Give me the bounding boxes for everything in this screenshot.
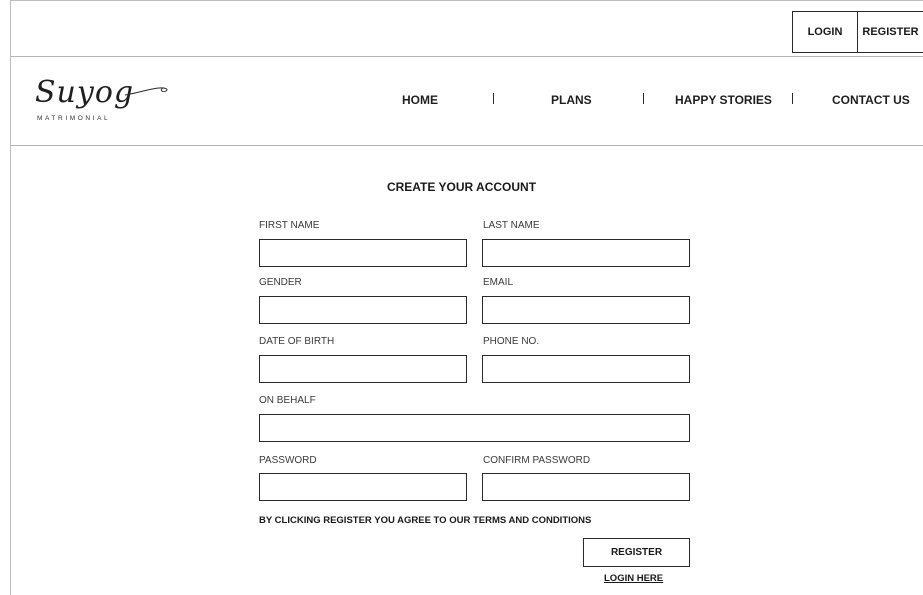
dob-label: DATE OF BIRTH xyxy=(259,336,335,347)
first-name-input[interactable] xyxy=(259,239,467,267)
last-name-label: LAST NAME xyxy=(483,220,540,231)
email-input[interactable] xyxy=(482,296,690,324)
last-name-input[interactable] xyxy=(482,239,690,267)
nav-separator xyxy=(493,93,494,104)
nav-plans[interactable]: PLANS xyxy=(551,93,592,107)
site-header: Suyog MATRIMONIAL HOME PLANS HAPPY STORI… xyxy=(11,57,923,146)
on-behalf-input[interactable] xyxy=(259,414,690,442)
login-here-link[interactable]: LOGIN HERE xyxy=(604,573,663,584)
confirm-password-label: CONFIRM PASSWORD xyxy=(483,455,591,466)
register-submit-button[interactable]: REGISTER xyxy=(583,538,690,567)
gender-input[interactable] xyxy=(259,296,467,324)
gender-label: GENDER xyxy=(259,277,302,288)
logo-tagline: MATRIMONIAL xyxy=(37,115,111,122)
account-buttons: LOGIN REGISTER xyxy=(792,11,923,55)
nav-separator xyxy=(792,93,793,104)
nav-contact-us[interactable]: CONTACT US xyxy=(832,93,910,107)
password-label: PASSWORD xyxy=(259,455,317,466)
password-input[interactable] xyxy=(259,473,467,501)
phone-input[interactable] xyxy=(482,355,690,383)
nav-happy-stories[interactable]: HAPPY STORIES xyxy=(675,93,772,107)
email-label: EMAIL xyxy=(483,277,514,288)
main-nav: HOME PLANS HAPPY STORIES CONTACT US xyxy=(11,93,923,113)
on-behalf-label: ON BEHALF xyxy=(259,395,316,406)
top-login-button[interactable]: LOGIN xyxy=(792,11,858,53)
confirm-password-input[interactable] xyxy=(482,473,690,501)
dob-input[interactable] xyxy=(259,355,467,383)
top-bar: LOGIN REGISTER xyxy=(11,11,923,57)
first-name-label: FIRST NAME xyxy=(259,220,320,231)
nav-separator xyxy=(643,93,644,104)
nav-home[interactable]: HOME xyxy=(402,93,438,107)
form-title: CREATE YOUR ACCOUNT xyxy=(386,180,537,194)
top-register-button[interactable]: REGISTER xyxy=(858,11,923,53)
terms-notice: BY CLICKING REGISTER YOU AGREE TO OUR TE… xyxy=(259,515,592,526)
phone-label: PHONE NO. xyxy=(483,336,540,347)
